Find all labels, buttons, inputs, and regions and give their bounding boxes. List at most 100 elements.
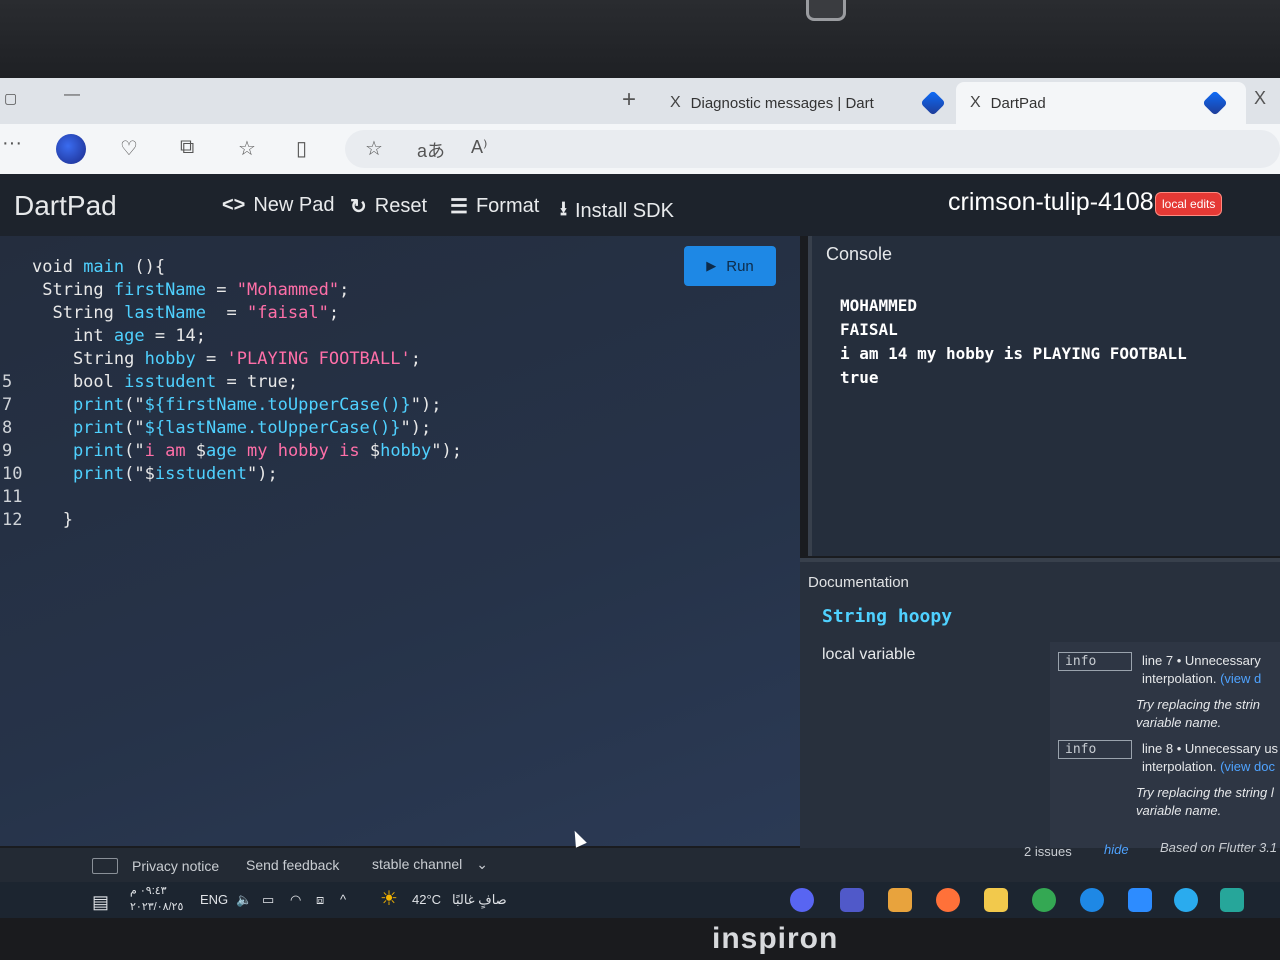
code-line[interactable]: 8 print (" ${lastName.toUpperCase()} "); [0, 417, 462, 440]
issue-item[interactable]: info line 7 • Unnecessary interpolation.… [1058, 652, 1280, 730]
code-token: ; [339, 280, 350, 300]
code-line[interactable]: 10 print ("$ isstudent "); [0, 463, 462, 486]
code-line[interactable]: int age = 14; [0, 325, 462, 348]
close-tab-icon[interactable]: X [670, 94, 681, 112]
documentation-panel: Documentation String hoopy local variabl… [800, 558, 1280, 852]
store-icon[interactable] [888, 888, 912, 912]
clock-date[interactable]: ٢٠٢٣/٠٨/٢٥ [130, 900, 183, 913]
dartpad-logo[interactable]: DartPad [14, 190, 117, 222]
line-number: 9 [2, 441, 13, 461]
weather-condition[interactable]: صافٍ غالبًا [452, 892, 507, 908]
flutter-version: Based on Flutter 3.1 [1160, 840, 1278, 855]
status-footer: Privacy notice Send feedback stable chan… [0, 840, 1280, 882]
console-line: true [840, 368, 879, 387]
telegram-icon[interactable] [1174, 888, 1198, 912]
doc-description: local variable [822, 646, 916, 663]
brand-logo: inspiron [712, 922, 839, 955]
close-tab-icon[interactable]: X [970, 94, 981, 112]
clock-time[interactable]: ٠٩:٤٣ م [130, 884, 167, 897]
teams-icon[interactable] [840, 888, 864, 912]
new-pad-button[interactable]: <> New Pad [222, 194, 335, 217]
format-button[interactable]: ☰ Format [450, 194, 539, 219]
view-docs-link[interactable]: (view d [1220, 671, 1261, 686]
issue-detail: interpolation. [1142, 671, 1217, 686]
chevron-up-icon[interactable]: ^ [340, 892, 346, 907]
tab-diagnostic-messages[interactable]: X Diagnostic messages | Dart [656, 82, 956, 124]
close-window-icon[interactable]: X [1254, 88, 1266, 109]
reset-button[interactable]: ↻ Reset [350, 194, 427, 219]
mail-icon[interactable] [1220, 888, 1244, 912]
health-icon[interactable]: ♡ [120, 136, 138, 161]
code-line[interactable]: 7 print (" ${firstName.toUpperCase()} "); [0, 394, 462, 417]
code-token: firstName [113, 280, 207, 300]
code-token: "Mohammed" [236, 280, 340, 300]
code-lines[interactable]: void main (){ String firstName = "Mohamm… [0, 256, 462, 532]
code-line[interactable]: 11 [0, 486, 462, 509]
zoom-icon[interactable] [1128, 888, 1152, 912]
code-token: void [32, 257, 84, 277]
more-icon[interactable]: ··· [2, 132, 22, 155]
temperature[interactable]: 42°C [412, 892, 441, 907]
translate-icon[interactable]: aあ [417, 137, 445, 163]
notification-icon[interactable]: ▤ [92, 892, 109, 913]
chrome-icon[interactable] [1032, 888, 1056, 912]
discord-icon[interactable] [790, 888, 814, 912]
code-token: "faisal" [246, 303, 329, 323]
refresh-icon: ↻ [350, 196, 367, 218]
window-restore-icon[interactable]: ▢ [4, 90, 17, 107]
line-number: 5 [2, 372, 13, 392]
code-token: (" [124, 418, 145, 438]
language-indicator[interactable]: ENG [200, 892, 228, 907]
line-number [0, 302, 32, 325]
wifi-icon[interactable]: ◠ [290, 892, 301, 908]
volume-icon[interactable]: 🔈 [236, 892, 252, 908]
read-aloud-icon[interactable]: A⁾ [471, 137, 487, 158]
firefox-icon[interactable] [936, 888, 960, 912]
internet-explorer-icon[interactable] [1080, 888, 1104, 912]
file-explorer-icon[interactable] [984, 888, 1008, 912]
code-token: int [32, 326, 114, 346]
download-icon: ⭳ [560, 198, 567, 220]
view-docs-link[interactable]: (view doc [1220, 759, 1275, 774]
minimize-icon[interactable]: — [64, 86, 80, 104]
split-view-icon[interactable]: ▯ [296, 136, 307, 161]
windows-taskbar: ▤ ٠٩:٤٣ م ٢٠٢٣/٠٨/٢٥ ENG 🔈 ▭ ◠ ⧈ ^ ☀ 42°… [0, 882, 1280, 918]
code-line[interactable]: 12 } [0, 509, 462, 532]
doc-signature: String hoopy [822, 606, 952, 627]
code-token: bool [32, 372, 125, 392]
run-button[interactable]: ▶ Run [684, 246, 776, 286]
code-editor[interactable]: void main (){ String firstName = "Mohamm… [0, 236, 800, 846]
send-feedback-link[interactable]: Send feedback [246, 857, 339, 873]
code-token: (){ [124, 257, 166, 277]
code-token: main [83, 257, 125, 277]
weather-icon[interactable]: ☀ [380, 886, 398, 911]
address-bar[interactable]: ☆ aあ A⁾ [345, 130, 1280, 168]
display-icon[interactable]: ⧈ [316, 892, 324, 908]
battery-icon[interactable]: ▭ [262, 892, 274, 908]
code-line[interactable]: String hobby = 'PLAYING FOOTBALL'; [0, 348, 462, 371]
code-token: (" [124, 395, 145, 415]
issue-title: line 7 • Unnecessary [1142, 653, 1261, 668]
dart-logo-icon [920, 90, 946, 116]
copilot-icon[interactable] [56, 134, 86, 164]
issue-item[interactable]: info line 8 • Unnecessary us interpolati… [1058, 740, 1280, 818]
collections-icon[interactable]: ⧉ [180, 136, 194, 159]
favorites-list-icon[interactable]: ☆ [238, 136, 256, 161]
code-line[interactable]: 5 bool isstudent = true; [0, 371, 462, 394]
channel-select[interactable]: stable channel ⌄ [372, 856, 488, 873]
tab-dartpad[interactable]: X DartPad [956, 82, 1246, 124]
install-sdk-button[interactable]: ⭳ Install SDK [560, 194, 674, 228]
new-tab-button[interactable]: + [622, 86, 636, 114]
code-line[interactable]: void main (){ [0, 256, 462, 279]
privacy-notice-link[interactable]: Privacy notice [132, 858, 219, 874]
keyboard-icon[interactable] [92, 858, 118, 874]
code-line[interactable]: String lastName = "faisal"; [0, 302, 462, 325]
line-number: 7 [2, 395, 13, 415]
code-line[interactable]: String firstName = "Mohammed"; [0, 279, 462, 302]
code-line[interactable]: 9 print (" i am $ age my hobby is $ hobby "); [0, 440, 462, 463]
hide-issues-link[interactable]: hide [1104, 842, 1129, 857]
doc-type: String [822, 606, 888, 627]
code-icon: <> [222, 194, 246, 216]
channel-label: stable channel [372, 856, 463, 872]
favorite-star-icon[interactable]: ☆ [365, 136, 383, 161]
